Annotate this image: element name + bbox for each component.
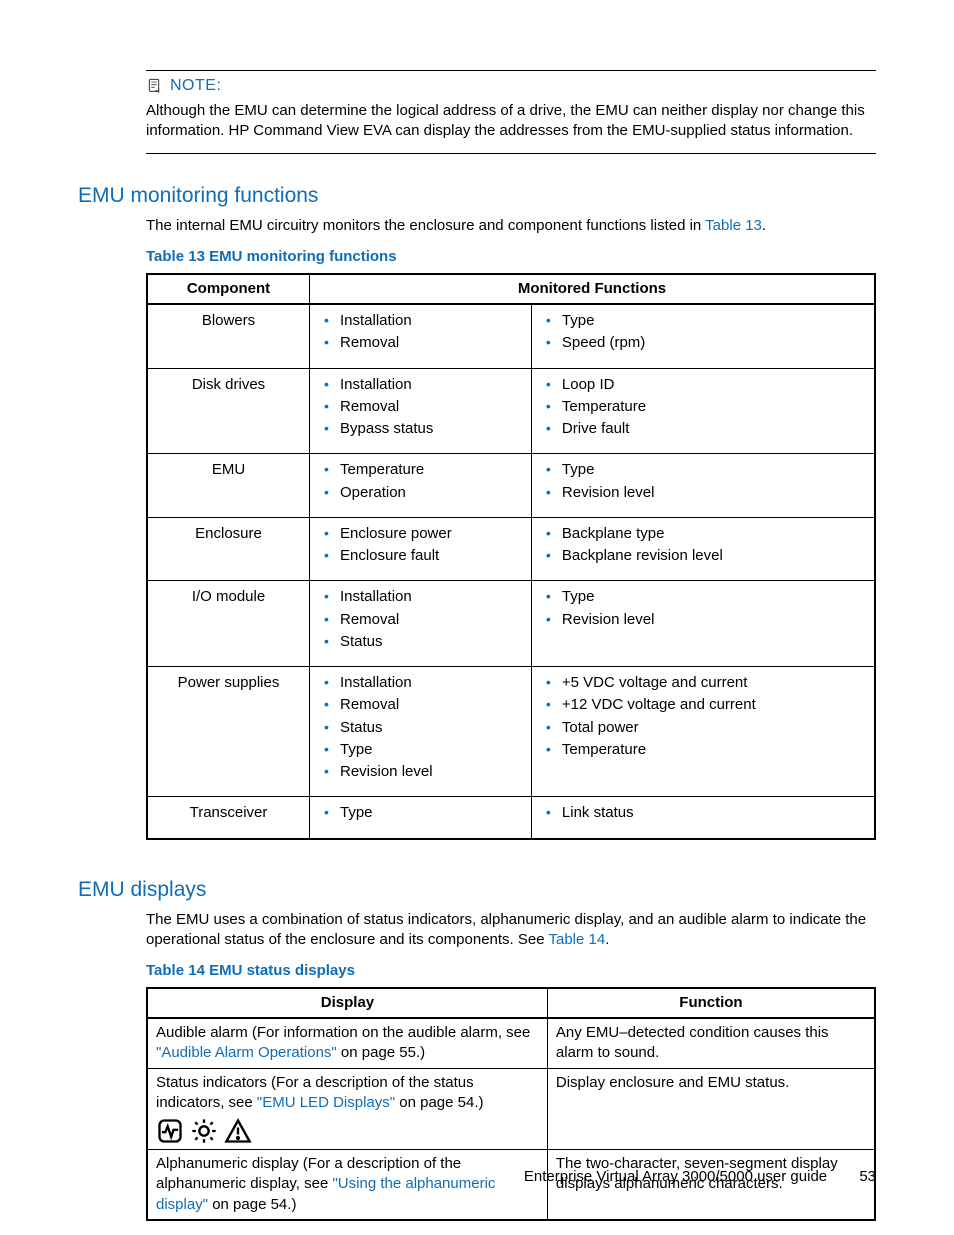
monitored-cell: InstallationRemoval: [310, 304, 532, 368]
list-item: Removal: [340, 333, 523, 353]
table-13: Component Monitored Functions BlowersIns…: [146, 273, 876, 840]
list-item: Type: [340, 740, 523, 760]
list-item: Enclosure power: [340, 524, 523, 544]
table-row: EnclosureEnclosure powerEnclosure faultB…: [147, 517, 875, 581]
list-item: Temperature: [562, 397, 866, 417]
monitored-cell: Loop IDTemperatureDrive fault: [531, 368, 875, 454]
list-item: Type: [562, 587, 866, 607]
table-row: Power suppliesInstallationRemovalStatusT…: [147, 667, 875, 797]
table-row: Transceiver Type Link status: [147, 797, 875, 839]
monitored-cell: +5 VDC voltage and current+12 VDC voltag…: [531, 667, 875, 797]
section-heading-displays: EMU displays: [78, 876, 876, 904]
list-item: Enclosure fault: [340, 546, 523, 566]
t13-head-monitored: Monitored Functions: [310, 274, 876, 304]
list-item: Status: [340, 632, 523, 652]
function-cell: Any EMU–detected condition causes this a…: [547, 1018, 875, 1068]
list-item: Backplane revision level: [562, 546, 866, 566]
heartbeat-icon: [156, 1117, 184, 1145]
note-text: Although the EMU can determine the logic…: [146, 101, 876, 142]
table-row: I/O module Installation RemovalStatus Type R…: [147, 581, 875, 667]
list-item: Removal: [340, 610, 523, 630]
warning-icon: [224, 1117, 252, 1145]
component-cell: Transceiver: [147, 797, 310, 839]
table-row: Disk drivesInstallationRemovalBypass sta…: [147, 368, 875, 454]
monitored-cell: Link status: [531, 797, 875, 839]
component-cell: EMU: [147, 454, 310, 518]
table-13-caption: Table 13 EMU monitoring functions: [146, 247, 876, 267]
component-cell: Enclosure: [147, 517, 310, 581]
list-item: Operation: [340, 483, 523, 503]
display-cell: Alphanumeric display (For a description …: [147, 1150, 547, 1220]
list-item: Removal: [340, 695, 523, 715]
list-item: Type: [340, 803, 523, 823]
list-item: Installation: [340, 587, 523, 607]
list-item: Backplane type: [562, 524, 866, 544]
display-cell: Status indicators (For a description of …: [147, 1068, 547, 1150]
list-item: Type: [562, 311, 866, 331]
list-item: Status: [340, 718, 523, 738]
component-cell: Blowers: [147, 304, 310, 368]
list-item: Link status: [562, 803, 866, 823]
monitored-cell: InstallationRemovalBypass status: [310, 368, 532, 454]
link-table-14[interactable]: Table 14: [548, 931, 605, 948]
section2-intro: The EMU uses a combination of status ind…: [146, 910, 876, 951]
list-item: Removal: [340, 397, 523, 417]
table-14-caption: Table 14 EMU status displays: [146, 961, 876, 981]
sun-icon: [190, 1117, 218, 1145]
component-cell: Disk drives: [147, 368, 310, 454]
note-block: NOTE: Although the EMU can determine the…: [146, 70, 876, 154]
component-cell: I/O module: [147, 581, 310, 667]
list-item: Revision level: [562, 483, 866, 503]
list-item: Temperature: [562, 740, 866, 760]
list-item: Speed (rpm): [562, 333, 866, 353]
list-item: Revision level: [562, 610, 866, 630]
section2-intro-pre: The EMU uses a combination of status ind…: [146, 911, 866, 948]
t14-head-display: Display: [147, 988, 547, 1018]
t13-head-component: Component: [147, 274, 310, 304]
monitored-cell: InstallationRemoval StatusTypeRevision le…: [310, 667, 532, 797]
list-item: Temperature: [340, 460, 523, 480]
list-item: Revision level: [340, 762, 523, 782]
list-item: Bypass status: [340, 419, 523, 439]
list-item: Installation: [340, 673, 523, 693]
monitored-cell: TypeSpeed (rpm): [531, 304, 875, 368]
list-item: +5 VDC voltage and current: [562, 673, 866, 693]
section-heading-monitoring: EMU monitoring functions: [78, 182, 876, 210]
list-item: Drive fault: [562, 419, 866, 439]
section1-intro-pre: The internal EMU circuitry monitors the …: [146, 217, 705, 234]
list-item: Type: [562, 460, 866, 480]
section2-intro-post: .: [605, 931, 609, 948]
list-item: +12 VDC voltage and current: [562, 695, 866, 715]
table-row: BlowersInstallationRemovalTypeSpeed (rpm…: [147, 304, 875, 368]
footer-page-number: 53: [859, 1168, 876, 1185]
monitored-cell: Backplane typeBackplane revision level: [531, 517, 875, 581]
cross-ref-link[interactable]: "Audible Alarm Operations": [156, 1044, 337, 1061]
t14-head-function: Function: [547, 988, 875, 1018]
section1-intro: The internal EMU circuitry monitors the …: [146, 216, 876, 236]
footer-title: Enterprise Virtual Array 3000/5000 user …: [524, 1168, 827, 1185]
section1-intro-post: .: [762, 217, 766, 234]
monitored-cell: Type: [310, 797, 532, 839]
table-row: Status indicators (For a description of …: [147, 1068, 875, 1150]
table-row: EMU Temperature Operation Type Revision leve…: [147, 454, 875, 518]
monitored-cell: Enclosure powerEnclosure fault: [310, 517, 532, 581]
display-cell: Audible alarm (For information on the au…: [147, 1018, 547, 1068]
list-item: Installation: [340, 375, 523, 395]
monitored-cell: Type Revision level: [531, 454, 875, 518]
page-footer: Enterprise Virtual Array 3000/5000 user …: [524, 1167, 876, 1187]
list-item: Loop ID: [562, 375, 866, 395]
function-cell: Display enclosure and EMU status.: [547, 1068, 875, 1150]
table-row: Audible alarm (For information on the au…: [147, 1018, 875, 1068]
note-label: NOTE:: [170, 75, 221, 97]
list-item: Total power: [562, 718, 866, 738]
link-table-13[interactable]: Table 13: [705, 217, 762, 234]
monitored-cell: Installation RemovalStatus: [310, 581, 532, 667]
monitored-cell: Temperature Operation: [310, 454, 532, 518]
cross-ref-link[interactable]: "EMU LED Displays": [257, 1094, 395, 1111]
note-icon: [146, 78, 162, 94]
component-cell: Power supplies: [147, 667, 310, 797]
monitored-cell: Type Revision level: [531, 581, 875, 667]
list-item: Installation: [340, 311, 523, 331]
